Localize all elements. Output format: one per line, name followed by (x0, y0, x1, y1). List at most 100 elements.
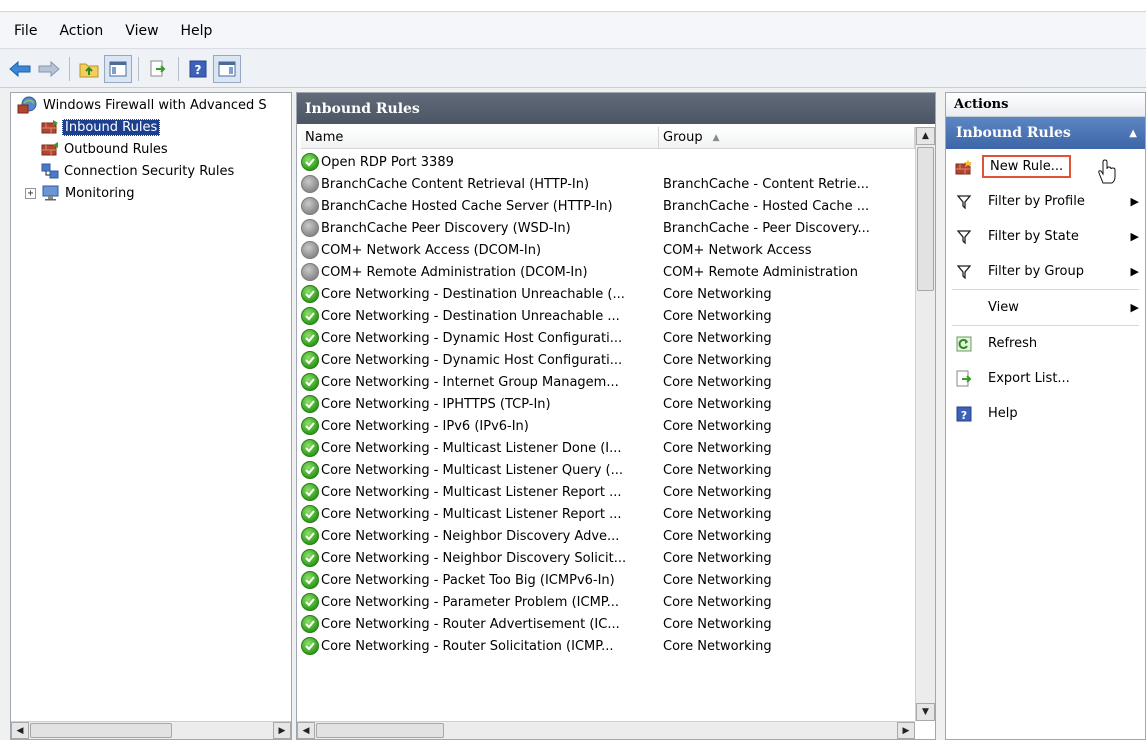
table-row[interactable]: Core Networking - Router Advertisement (… (301, 613, 915, 635)
table-row[interactable]: Core Networking - Multicast Listener Don… (301, 437, 915, 459)
rules-horizontal-scrollbar[interactable]: ◀ ▶ (297, 721, 915, 739)
rule-group: Core Networking (663, 594, 772, 610)
scroll-up-arrow-icon[interactable]: ▲ (916, 127, 935, 145)
rules-vertical-scrollbar[interactable]: ▲ ▼ (915, 127, 935, 721)
scroll-thumb[interactable] (30, 723, 172, 738)
rule-name-cell: BranchCache Peer Discovery (WSD-In) (301, 219, 659, 237)
rule-name: Core Networking - Neighbor Discovery Sol… (321, 550, 627, 566)
table-row[interactable]: Core Networking - Dynamic Host Configura… (301, 349, 915, 371)
action-refresh[interactable]: Refresh (946, 326, 1145, 361)
table-row[interactable]: COM+ Remote Administration (DCOM-In) COM+… (301, 261, 915, 283)
rule-group: Core Networking (663, 462, 772, 478)
menu-view[interactable]: View (125, 23, 158, 39)
rule-enabled-check-icon (301, 505, 319, 523)
table-row[interactable]: Core Networking - Dynamic Host Configura… (301, 327, 915, 349)
refresh-icon (954, 334, 974, 354)
forward-arrow-icon[interactable] (35, 55, 63, 83)
action-filter-by-group[interactable]: Filter by Group ▶ (946, 254, 1145, 289)
rule-disabled-icon (301, 175, 319, 193)
export-list-icon[interactable] (144, 55, 172, 83)
rule-name-cell: BranchCache Content Retrieval (HTTP-In) (301, 175, 659, 193)
table-row[interactable]: Core Networking - Multicast Listener Rep… (301, 481, 915, 503)
table-row[interactable]: Core Networking - Destination Unreachabl… (301, 283, 915, 305)
table-row[interactable]: Core Networking - Multicast Listener Rep… (301, 503, 915, 525)
rule-enabled-check-icon (301, 153, 319, 171)
table-row[interactable]: Core Networking - Multicast Listener Que… (301, 459, 915, 481)
actions-section-inbound-rules[interactable]: Inbound Rules ▲ (946, 117, 1145, 149)
menu-file[interactable]: File (14, 23, 37, 39)
tree-item-outbound-rules[interactable]: Outbound Rules (41, 139, 170, 159)
rule-name: Open RDP Port 3389 (321, 154, 454, 170)
tree-item-monitoring[interactable]: + Monitoring (25, 183, 137, 203)
rule-name-cell: Core Networking - Neighbor Discovery Adv… (301, 527, 659, 545)
menu-bar: File Action View Help (0, 13, 1146, 49)
table-row[interactable]: Core Networking - Parameter Problem (ICM… (301, 591, 915, 613)
collapse-up-icon[interactable]: ▲ (1129, 128, 1137, 139)
table-row[interactable]: Core Networking - Packet Too Big (ICMPv6… (301, 569, 915, 591)
rule-enabled-check-icon (301, 285, 319, 303)
up-folder-icon[interactable] (75, 55, 103, 83)
tree-item-connection-security-rules[interactable]: Connection Security Rules (41, 161, 236, 181)
action-view[interactable]: View ▶ (946, 290, 1145, 325)
action-help[interactable]: ? Help (946, 396, 1145, 431)
expand-plus-icon[interactable]: + (25, 187, 36, 199)
table-row[interactable]: Core Networking - Neighbor Discovery Adv… (301, 525, 915, 547)
tree-horizontal-scrollbar[interactable]: ◀ ▶ (11, 721, 291, 739)
table-row[interactable]: Core Networking - Neighbor Discovery Sol… (301, 547, 915, 569)
table-row[interactable]: BranchCache Hosted Cache Server (HTTP-In… (301, 195, 915, 217)
rule-enabled-check-icon (301, 351, 319, 369)
rule-name-cell: Core Networking - Dynamic Host Configura… (301, 329, 659, 347)
back-arrow-icon[interactable] (6, 55, 34, 83)
column-header-group[interactable]: Group ▲ (659, 127, 915, 148)
action-export-list[interactable]: Export List... (946, 361, 1145, 396)
table-row[interactable]: Core Networking - Destination Unreachabl… (301, 305, 915, 327)
table-row[interactable]: Core Networking - Internet Group Managem… (301, 371, 915, 393)
show-hide-action-pane-icon[interactable] (213, 54, 241, 83)
tree-root-firewall[interactable]: Windows Firewall with Advanced S (17, 95, 269, 115)
menu-help[interactable]: Help (181, 23, 213, 39)
column-header-name[interactable]: Name (301, 127, 659, 148)
connection-security-icon (41, 163, 59, 179)
table-row[interactable]: BranchCache Peer Discovery (WSD-In) Branc… (301, 217, 915, 239)
scroll-left-arrow-icon[interactable]: ◀ (297, 722, 315, 739)
action-filter-by-profile[interactable]: Filter by Profile ▶ (946, 184, 1145, 219)
scroll-left-arrow-icon[interactable]: ◀ (11, 722, 29, 739)
scroll-thumb[interactable] (316, 723, 444, 738)
rule-group: BranchCache - Content Retrie... (663, 176, 869, 192)
tree-item-inbound-rules[interactable]: Inbound Rules (41, 117, 161, 137)
action-new-rule[interactable]: New Rule... (946, 149, 1145, 184)
rule-enabled-check-icon (301, 615, 319, 633)
rules-list-pane: Inbound Rules Name Group ▲ Open RDP Port… (296, 92, 936, 740)
actions-pane: Actions Inbound Rules ▲ New Rule... Filt… (945, 92, 1146, 740)
show-hide-tree-icon[interactable] (104, 54, 132, 83)
monitoring-icon (42, 185, 60, 201)
action-filter-by-state[interactable]: Filter by State ▶ (946, 219, 1145, 254)
rule-name-cell: Core Networking - Packet Too Big (ICMPv6… (301, 571, 659, 589)
rules-list: Open RDP Port 3389 BranchCache Content Re… (301, 151, 915, 657)
scroll-right-arrow-icon[interactable]: ▶ (897, 722, 915, 739)
scroll-right-arrow-icon[interactable]: ▶ (273, 722, 291, 739)
scroll-down-arrow-icon[interactable]: ▼ (916, 703, 935, 721)
rule-name: Core Networking - Multicast Listener Don… (321, 440, 622, 456)
table-row[interactable]: BranchCache Content Retrieval (HTTP-In) B… (301, 173, 915, 195)
help-icon[interactable]: ? (184, 55, 212, 83)
actions-section-label: Inbound Rules (956, 125, 1071, 141)
rule-name: BranchCache Content Retrieval (HTTP-In) (321, 176, 590, 192)
tree-item-label: Outbound Rules (64, 141, 168, 157)
table-row[interactable]: COM+ Network Access (DCOM-In) COM+ Networ… (301, 239, 915, 261)
action-label: Filter by State (988, 229, 1079, 244)
rule-disabled-icon (301, 241, 319, 259)
rule-group: Core Networking (663, 528, 772, 544)
table-row[interactable]: Open RDP Port 3389 (301, 151, 915, 173)
rule-name-cell: Core Networking - Router Advertisement (… (301, 615, 659, 633)
tree-item-label: Monitoring (65, 185, 135, 201)
table-row[interactable]: Core Networking - Router Solicitation (I… (301, 635, 915, 657)
rule-name-cell: Core Networking - Destination Unreachabl… (301, 285, 659, 303)
rule-group: Core Networking (663, 308, 772, 324)
table-row[interactable]: Core Networking - IPHTTPS (TCP-In) Core N… (301, 393, 915, 415)
scroll-thumb[interactable] (917, 147, 934, 291)
table-row[interactable]: Core Networking - IPv6 (IPv6-In) Core Net… (301, 415, 915, 437)
action-label: New Rule... (982, 155, 1072, 178)
rule-name: Core Networking - Internet Group Managem… (321, 374, 619, 390)
menu-action[interactable]: Action (59, 23, 103, 39)
